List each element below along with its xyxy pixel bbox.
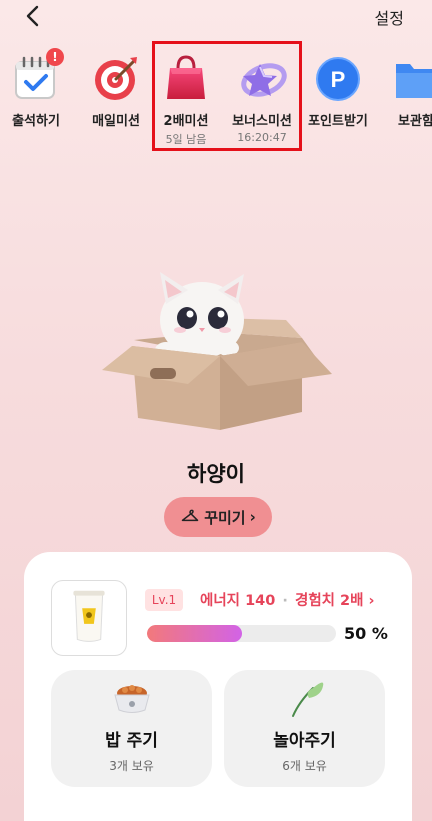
progress-percent: 50 % bbox=[344, 624, 388, 643]
energy-exp-link[interactable]: 에너지 140 · 경험치 2배 › bbox=[200, 589, 375, 610]
chevron-right-icon: › bbox=[368, 593, 375, 609]
cup-icon bbox=[73, 590, 105, 642]
menu-item-storage[interactable]: 보관함 bbox=[376, 52, 432, 129]
exp-label: 경험치 2배 bbox=[294, 593, 364, 609]
play-count: 6개 보유 bbox=[282, 759, 327, 773]
notification-badge: ! bbox=[46, 48, 64, 66]
folder-icon bbox=[396, 64, 432, 98]
point-coin-icon: P bbox=[316, 57, 360, 101]
food-bowl-icon bbox=[113, 685, 150, 713]
decorate-button[interactable]: 꾸미기 › bbox=[164, 497, 272, 537]
menu-item-label: 보관함 bbox=[398, 114, 432, 129]
decorate-label: 꾸미기 bbox=[204, 508, 246, 527]
item-thumbnail[interactable] bbox=[51, 580, 127, 656]
feed-button[interactable]: 밥 주기 3개 보유 bbox=[51, 670, 212, 787]
feed-title: 밥 주기 bbox=[105, 731, 158, 751]
feed-count: 3개 보유 bbox=[109, 759, 154, 773]
pet-illustration bbox=[96, 262, 336, 432]
cat-in-box-image bbox=[102, 272, 332, 430]
menu-item-label: 매일미션 bbox=[92, 114, 140, 129]
progress-fill bbox=[147, 625, 242, 642]
menu-item-attendance[interactable]: ! 출석하기 bbox=[0, 48, 76, 129]
menu-item-get-points[interactable]: P 포인트받기 bbox=[298, 52, 378, 129]
svg-text:P: P bbox=[331, 67, 346, 92]
highlight-box bbox=[152, 41, 302, 151]
hanger-icon bbox=[181, 509, 199, 522]
menu-item-label: 출석하기 bbox=[12, 114, 60, 129]
energy-label: 에너지 140 bbox=[200, 593, 276, 609]
pet-name: 하양이 bbox=[187, 462, 245, 486]
level-badge: Lv.1 bbox=[145, 589, 183, 611]
energy-progress-bar bbox=[147, 625, 336, 642]
menu-item-daily-mission[interactable]: 매일미션 bbox=[76, 52, 156, 129]
menu-item-label: 포인트받기 bbox=[308, 114, 368, 129]
top-bar: 설정 bbox=[0, 0, 432, 34]
chevron-left-icon[interactable] bbox=[22, 4, 46, 28]
play-title: 놀아주기 bbox=[273, 731, 336, 751]
pet-status-card: Lv.1 에너지 140 · 경험치 2배 › 50 % 밥 주기 3개 보유 … bbox=[24, 552, 412, 821]
target-icon bbox=[95, 57, 137, 100]
settings-button[interactable]: 설정 bbox=[375, 5, 404, 29]
separator: · bbox=[282, 593, 288, 609]
feather-toy-icon bbox=[291, 682, 323, 717]
play-button[interactable]: 놀아주기 6개 보유 bbox=[224, 670, 385, 787]
chevron-right-icon: › bbox=[249, 508, 256, 526]
